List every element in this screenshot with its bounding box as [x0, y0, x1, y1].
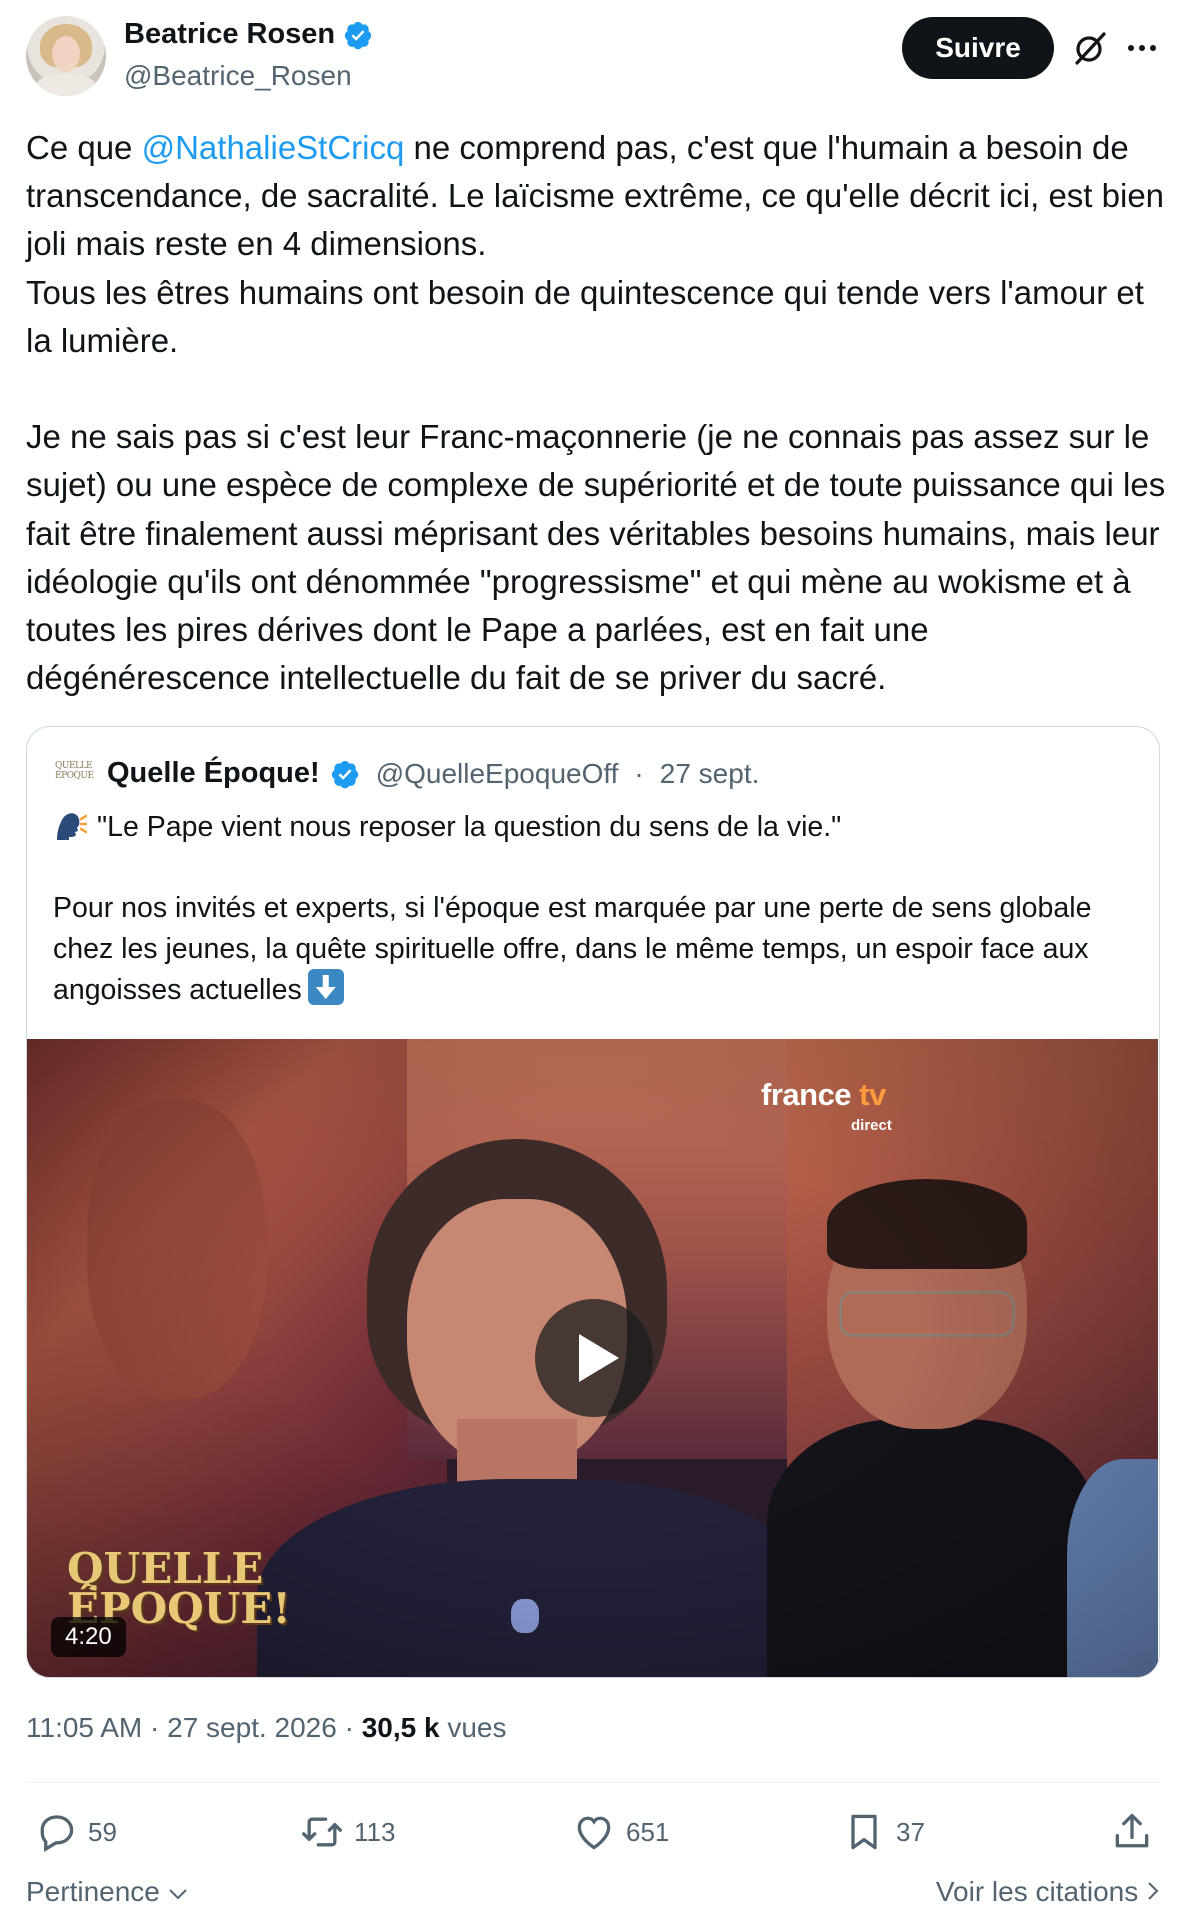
retweet-button[interactable]: 113 [300, 1810, 395, 1854]
video-duration: 4:20 [51, 1617, 126, 1657]
author-handle[interactable]: @Beatrice_Rosen [124, 60, 352, 92]
grok-icon[interactable] [1070, 28, 1110, 68]
channel-logo-direct: direct [851, 1117, 892, 1134]
quoted-body: Pour nos invités et experts, si l'époque… [53, 892, 1100, 1006]
view-quotes-link[interactable]: Voir les citations [936, 1876, 1160, 1908]
reply-button[interactable]: 59 [34, 1810, 117, 1854]
down-arrow-icon [307, 969, 344, 1005]
views-count: 30,5 k [361, 1712, 440, 1743]
tweet-meta: 11:05 AM · 27 sept. 2026 · 30,5 k vues [26, 1712, 507, 1744]
avatar-face [52, 36, 80, 72]
tweet-time[interactable]: 11:05 AM [26, 1712, 142, 1743]
retweet-icon [302, 1817, 342, 1847]
like-count: 651 [626, 1816, 670, 1847]
quoted-text: "Le Pape vient nous reposer la question … [53, 807, 1133, 1011]
share-icon [1115, 1813, 1149, 1848]
channel-logo: france tv [761, 1077, 886, 1113]
meta-separator-1: · [150, 1712, 160, 1743]
speaking-head-icon [57, 813, 87, 840]
sort-dropdown[interactable]: Pertinence [26, 1876, 188, 1908]
views-label: vues [447, 1712, 507, 1743]
bookmark-button[interactable]: 37 [842, 1810, 925, 1854]
channel-logo-tv: tv [859, 1077, 886, 1112]
reply-count: 59 [88, 1816, 117, 1847]
tweet-text-body: ne comprend pas, c'est que l'humain a be… [26, 129, 1166, 697]
author-name-row[interactable]: Beatrice Rosen [124, 18, 373, 51]
quoted-author-name[interactable]: Quelle Époque! [107, 757, 320, 790]
tweet-date[interactable]: 27 sept. 2026 [167, 1712, 337, 1743]
reply-options-row: Pertinence Voir les citations [26, 1876, 1160, 1908]
bookmark-icon [851, 1814, 877, 1850]
divider [26, 1782, 1160, 1783]
meta-separator-2: · [344, 1712, 354, 1743]
reply-icon [40, 1815, 74, 1852]
channel-logo-france: france [761, 1077, 852, 1112]
more-icon[interactable] [1124, 30, 1160, 66]
author-name[interactable]: Beatrice Rosen [124, 18, 335, 51]
quoted-handle[interactable]: @QuelleEpoqueOff [376, 758, 619, 790]
heart-icon [577, 1816, 611, 1850]
action-bar: 59 113 651 37 [0, 1810, 1184, 1862]
share-button[interactable] [1110, 1810, 1154, 1854]
bookmark-count: 37 [896, 1816, 925, 1847]
quoted-avatar-logo[interactable]: QUELLE ÉPOQUE [55, 761, 97, 787]
quoted-verified-badge-icon [331, 760, 358, 788]
chevron-right-icon [1148, 1882, 1159, 1900]
tweet-text-prefix: Ce que [26, 129, 142, 166]
retweet-count: 113 [354, 1816, 396, 1847]
sort-label: Pertinence [26, 1876, 160, 1907]
quoted-separator: · [634, 757, 644, 789]
quoted-header: QUELLE ÉPOQUE Quelle Époque! @QuelleEpoqu… [55, 757, 759, 790]
like-button[interactable]: 651 [572, 1810, 669, 1854]
quoted-date[interactable]: 27 sept. [660, 758, 760, 790]
quoted-tweet-card[interactable]: QUELLE ÉPOQUE Quelle Époque! @QuelleEpoqu… [26, 726, 1160, 1678]
tweet-text: Ce que @NathalieStCricq ne comprend pas,… [26, 124, 1166, 702]
avatar[interactable] [26, 16, 106, 96]
follow-button[interactable]: Suivre [902, 17, 1054, 79]
verified-badge-icon [345, 21, 372, 49]
quoted-headline: "Le Pape vient nous reposer la question … [97, 811, 842, 843]
mention-link[interactable]: @NathalieStCricq [142, 129, 405, 166]
video-player[interactable]: france tv direct QUELLE ÉPOQUE! 4:20 [27, 1039, 1158, 1677]
avatar-body [34, 74, 98, 96]
play-icon[interactable] [535, 1299, 653, 1417]
view-quotes-label: Voir les citations [935, 1876, 1139, 1907]
chevron-down-icon [168, 1889, 187, 1900]
